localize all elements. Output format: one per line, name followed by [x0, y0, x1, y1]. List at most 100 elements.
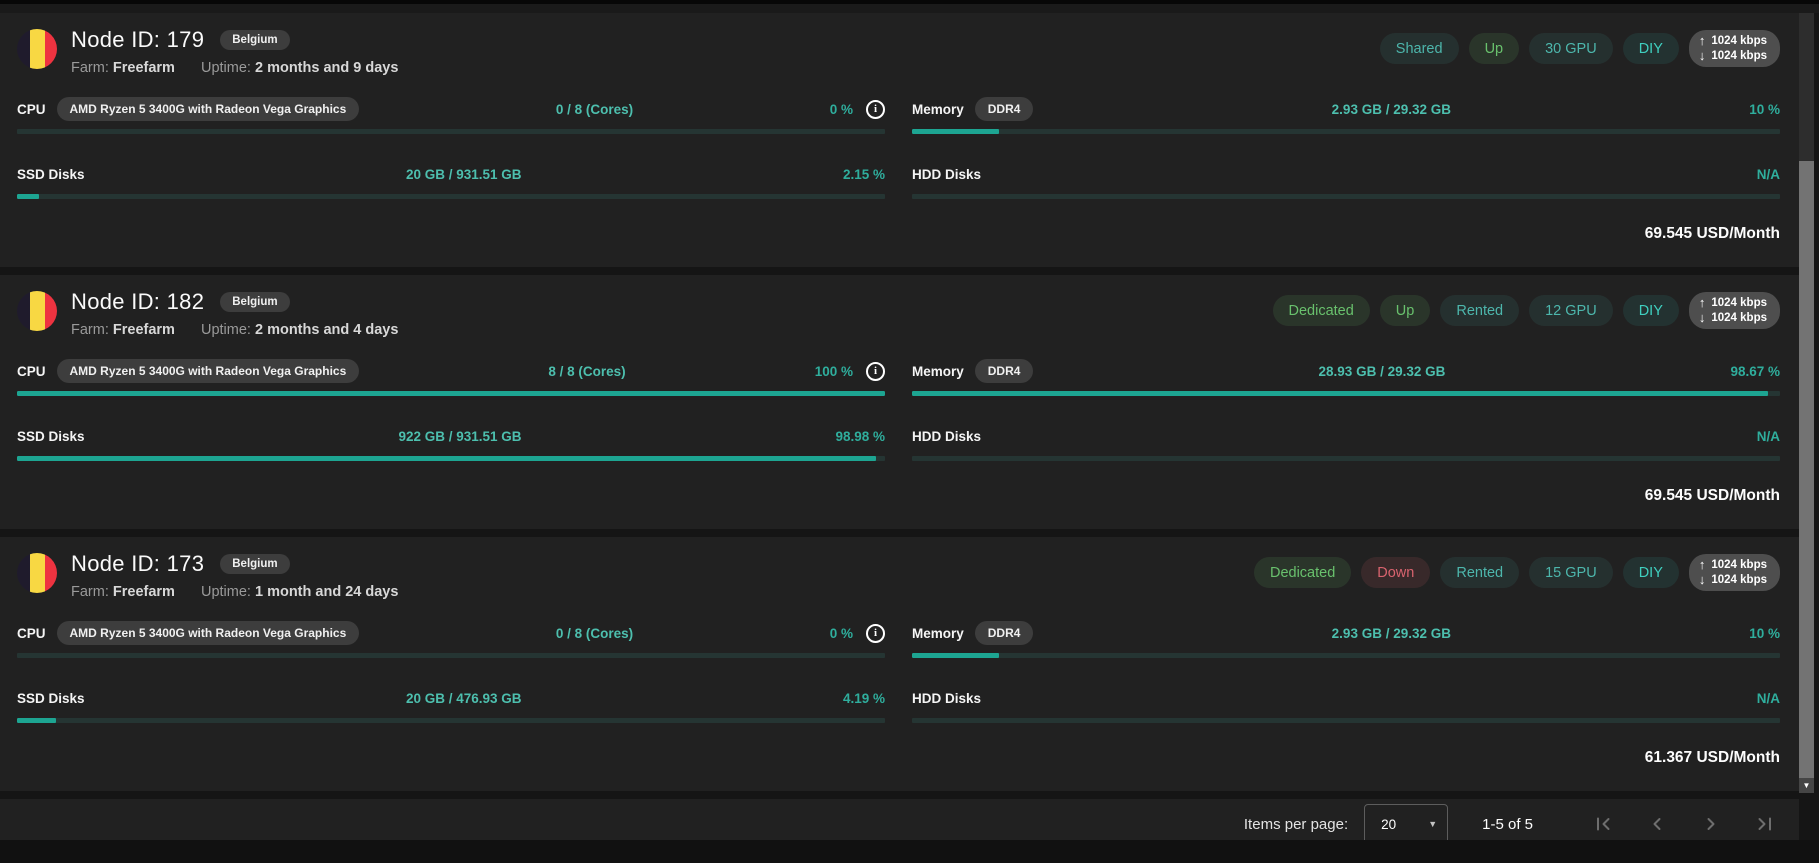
status-badge: 30 GPU: [1529, 33, 1613, 64]
ssd-usage-percent: 2.15 %: [843, 167, 885, 182]
node-card-header: Node ID: 182 Belgium Farm: Freefarm Upti…: [17, 287, 1780, 338]
node-card-header: Node ID: 173 Belgium Farm: Freefarm Upti…: [17, 549, 1780, 600]
node-subtitle: Farm: Freefarm Uptime: 2 months and 4 da…: [71, 322, 398, 338]
memory-label: Memory: [912, 364, 964, 379]
items-per-page-value: 20: [1381, 817, 1428, 832]
country-badge: Belgium: [220, 30, 289, 50]
hdd-usage-percent: N/A: [1757, 691, 1780, 706]
farm-label: Farm:: [71, 60, 109, 76]
scrollbar-down-button[interactable]: ▼: [1799, 778, 1814, 793]
node-id-title: Node ID: 182: [71, 289, 204, 315]
hdd-usage-bar: [912, 718, 1780, 723]
farm-name: Freefarm: [113, 322, 175, 338]
memory-resource: Memory DDR4 28.93 GB / 29.32 GB 98.67 %: [912, 360, 1780, 396]
memory-resource: Memory DDR4 2.93 GB / 29.32 GB 10 %: [912, 622, 1780, 658]
download-arrow-icon: ↓: [1699, 573, 1706, 587]
country-badge: Belgium: [220, 292, 289, 312]
cpu-usage-bar: [17, 391, 885, 396]
node-id-title: Node ID: 173: [71, 551, 204, 577]
cpu-usage-value: 8 / 8 (Cores): [359, 364, 814, 379]
monthly-price: 61.367 USD/Month: [1645, 749, 1780, 766]
memory-usage-bar: [912, 129, 1780, 134]
uptime-value: 2 months and 4 days: [255, 322, 398, 338]
cpu-model-chip: AMD Ryzen 5 3400G with Radeon Vega Graph…: [57, 359, 360, 383]
status-badge: 15 GPU: [1529, 557, 1613, 588]
uptime-value: 1 month and 24 days: [255, 584, 398, 600]
ssd-usage-bar: [17, 194, 885, 199]
info-icon[interactable]: i: [866, 100, 885, 119]
info-icon[interactable]: i: [866, 624, 885, 643]
ssd-label: SSD Disks: [17, 691, 85, 706]
memory-usage-percent: 10 %: [1749, 102, 1780, 117]
status-badge: Shared: [1380, 33, 1459, 64]
status-badges: SharedUp30 GPUDIY ↑1024 kbps ↓1024 kbps: [1380, 30, 1780, 67]
uptime-label: Uptime:: [201, 584, 251, 600]
country-badge: Belgium: [220, 554, 289, 574]
status-badge: DIY: [1623, 33, 1679, 64]
ssd-resource: SSD Disks 20 GB / 931.51 GB 2.15 %: [17, 163, 885, 199]
node-subtitle: Farm: Freefarm Uptime: 2 months and 9 da…: [71, 60, 398, 76]
cpu-usage-percent: 0 %: [830, 626, 853, 641]
node-list: Node ID: 179 Belgium Farm: Freefarm Upti…: [0, 13, 1799, 791]
memory-usage-value: 2.93 GB / 29.32 GB: [1033, 626, 1749, 641]
cpu-usage-value: 0 / 8 (Cores): [359, 102, 829, 117]
node-card[interactable]: Node ID: 173 Belgium Farm: Freefarm Upti…: [0, 537, 1799, 791]
hdd-resource: HDD Disks N/A: [912, 687, 1780, 723]
bottom-strip: [0, 840, 1819, 863]
uptime-label: Uptime:: [201, 322, 251, 338]
memory-usage-percent: 10 %: [1749, 626, 1780, 641]
farm-label: Farm:: [71, 322, 109, 338]
memory-label: Memory: [912, 626, 964, 641]
monthly-price: 69.545 USD/Month: [1645, 487, 1780, 504]
download-speed: 1024 kbps: [1711, 311, 1767, 325]
cpu-label: CPU: [17, 102, 46, 117]
download-arrow-icon: ↓: [1699, 49, 1706, 63]
status-badges: DedicatedDownRented15 GPUDIY ↑1024 kbps …: [1254, 554, 1780, 591]
cpu-model-chip: AMD Ryzen 5 3400G with Radeon Vega Graph…: [57, 621, 360, 645]
upload-arrow-icon: ↑: [1699, 34, 1706, 48]
next-page-button[interactable]: [1699, 812, 1723, 836]
ssd-usage-bar: [17, 456, 885, 461]
node-card[interactable]: Node ID: 182 Belgium Farm: Freefarm Upti…: [0, 275, 1799, 529]
memory-label: Memory: [912, 102, 964, 117]
chevron-right-icon: [1699, 812, 1723, 836]
scrollbar-thumb[interactable]: [1799, 161, 1814, 778]
hdd-label: HDD Disks: [912, 691, 981, 706]
status-badge: Rented: [1440, 295, 1519, 326]
hdd-usage-bar: [912, 194, 1780, 199]
first-page-button[interactable]: [1591, 812, 1615, 836]
node-card[interactable]: Node ID: 179 Belgium Farm: Freefarm Upti…: [0, 13, 1799, 267]
items-per-page-select[interactable]: 20 ▼: [1364, 804, 1448, 844]
scrollbar-track[interactable]: ▼: [1799, 13, 1814, 793]
ssd-usage-value: 20 GB / 931.51 GB: [85, 167, 843, 182]
ssd-label: SSD Disks: [17, 167, 85, 182]
memory-type-chip: DDR4: [975, 621, 1034, 645]
network-speed-badge: ↑1024 kbps ↓1024 kbps: [1689, 554, 1780, 591]
previous-page-button[interactable]: [1645, 812, 1669, 836]
belgium-flag-icon: [17, 29, 57, 69]
memory-type-chip: DDR4: [975, 359, 1034, 383]
upload-speed: 1024 kbps: [1711, 296, 1767, 310]
last-page-button[interactable]: [1753, 812, 1777, 836]
belgium-flag-icon: [17, 291, 57, 331]
hdd-resource: HDD Disks N/A: [912, 425, 1780, 461]
cpu-resource: CPU AMD Ryzen 5 3400G with Radeon Vega G…: [17, 622, 885, 658]
cpu-resource: CPU AMD Ryzen 5 3400G with Radeon Vega G…: [17, 98, 885, 134]
cpu-usage-bar: [17, 129, 885, 134]
status-badge: DIY: [1623, 295, 1679, 326]
info-icon[interactable]: i: [866, 362, 885, 381]
upload-speed: 1024 kbps: [1711, 34, 1767, 48]
cpu-label: CPU: [17, 364, 46, 379]
status-badges: DedicatedUpRented12 GPUDIY ↑1024 kbps ↓1…: [1273, 292, 1781, 329]
status-badge: 12 GPU: [1529, 295, 1613, 326]
node-resources: CPU AMD Ryzen 5 3400G with Radeon Vega G…: [17, 360, 1780, 461]
nodes-dashboard: Node ID: 179 Belgium Farm: Freefarm Upti…: [0, 0, 1819, 863]
ssd-usage-value: 20 GB / 476.93 GB: [85, 691, 843, 706]
network-speed-badge: ↑1024 kbps ↓1024 kbps: [1689, 30, 1780, 67]
network-speed-badge: ↑1024 kbps ↓1024 kbps: [1689, 292, 1780, 329]
ssd-resource: SSD Disks 20 GB / 476.93 GB 4.19 %: [17, 687, 885, 723]
node-resources: CPU AMD Ryzen 5 3400G with Radeon Vega G…: [17, 98, 1780, 199]
hdd-label: HDD Disks: [912, 429, 981, 444]
page-range-label: 1-5 of 5: [1482, 816, 1533, 833]
status-badge: Dedicated: [1254, 557, 1351, 588]
